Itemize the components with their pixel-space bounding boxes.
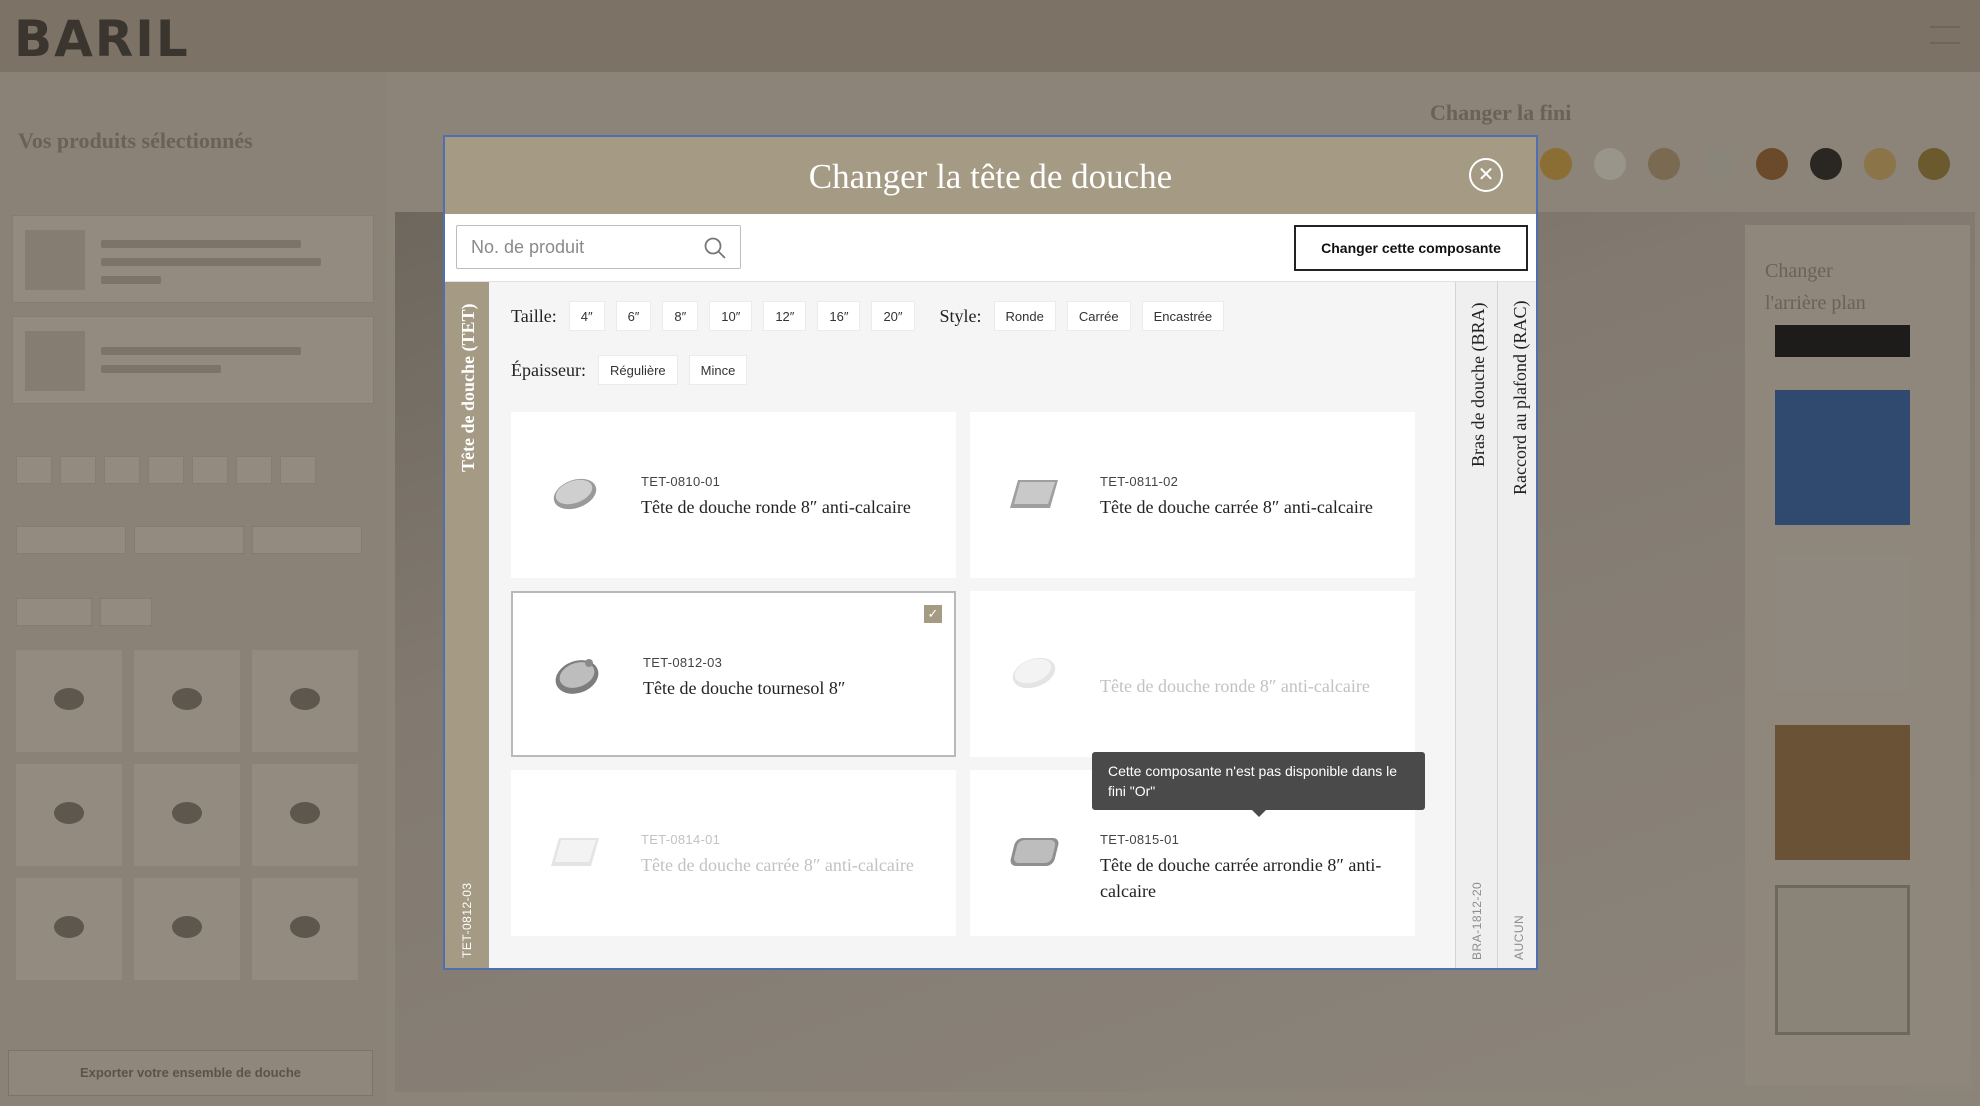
bg-product-grid <box>16 650 358 980</box>
size-filter-20[interactable]: 20″ <box>871 301 915 331</box>
style-filter-encastree[interactable]: Encastrée <box>1141 301 1225 331</box>
product-sku: TET-0812-03 <box>643 655 723 670</box>
style-filter-ronde[interactable]: Ronde <box>993 301 1056 331</box>
thickness-filter-mince[interactable]: Mince <box>688 355 748 385</box>
product-sku: TET-0811-02 <box>1100 474 1179 489</box>
selected-product-card[interactable] <box>12 215 374 303</box>
product-card-selected[interactable]: TET-0812-03 Tête de douche tournesol 8″ … <box>511 591 956 757</box>
round-showerhead-icon <box>553 478 597 510</box>
sunflower-showerhead-icon <box>555 659 599 694</box>
finish-swatch[interactable] <box>1864 148 1896 180</box>
finish-swatch[interactable] <box>1702 148 1734 180</box>
tab-raccord-au-plafond[interactable]: Raccord au plafond (RAC) AUCUN <box>1497 282 1536 968</box>
product-name: Tête de douche ronde 8″ anti-calcaire <box>1100 676 1370 696</box>
size-filter-label: Taille: <box>511 305 557 326</box>
thickness-filter-label: Épaisseur: <box>511 359 586 380</box>
product-name: Tête de douche carrée 8″ anti-calcaire <box>1100 497 1373 517</box>
size-filter-6[interactable]: 6″ <box>615 301 652 331</box>
background-panel: Changer l'arrière plan <box>1745 225 1970 1085</box>
change-component-button[interactable]: Changer cette composante <box>1294 225 1528 271</box>
tab-label: Raccord au plafond (RAC) <box>1510 300 1530 495</box>
size-filter-16[interactable]: 16″ <box>817 301 861 331</box>
product-name: Tête de douche ronde 8″ anti-calcaire <box>641 497 911 517</box>
size-filter-10[interactable]: 10″ <box>709 301 753 331</box>
change-component-modal: Changer la tête de douche ✕ Changer cett… <box>443 135 1538 970</box>
bg-thickness-filters <box>16 598 152 626</box>
modal-title: Changer la tête de douche <box>808 157 1173 196</box>
square-showerhead-icon <box>551 838 599 866</box>
round-showerhead-icon <box>1012 657 1056 689</box>
product-card-unavailable[interactable]: TET-0814-01 Tête de douche carrée 8″ ant… <box>511 770 956 936</box>
finish-swatch[interactable] <box>1810 148 1842 180</box>
product-sku: TET-0815-01 <box>1100 832 1180 847</box>
menu-icon[interactable] <box>1930 26 1960 44</box>
size-style-filter-row: Taille: 4″ 6″ 8″ 10″ 12″ 16″ 20″ Style: … <box>511 301 1235 331</box>
product-name: Tête de douche carrée arrondie 8″ anti-c… <box>1100 855 1382 901</box>
tab-label: Bras de douche (BRA) <box>1468 302 1488 467</box>
tab-bras-de-douche[interactable]: Bras de douche (BRA) BRA-1812-20 <box>1455 282 1497 968</box>
thickness-filter-reguliere[interactable]: Régulière <box>597 355 678 385</box>
modal-toolbar: Changer cette composante <box>445 214 1536 282</box>
finish-title: Changer la fini <box>1430 100 1572 125</box>
rounded-square-showerhead-icon <box>1010 838 1059 866</box>
search-field <box>456 225 741 269</box>
finish-swatch[interactable] <box>1918 148 1950 180</box>
size-filter-8[interactable]: 8″ <box>662 301 699 331</box>
export-button[interactable]: Exporter votre ensemble de douche <box>8 1050 373 1096</box>
finish-swatch[interactable] <box>1648 148 1680 180</box>
search-input[interactable] <box>471 226 691 268</box>
bg-style-filters <box>16 526 362 554</box>
product-sku: TET-0810-01 <box>641 474 721 489</box>
brand-logo: BARIL <box>14 10 190 68</box>
style-filter-carree[interactable]: Carrée <box>1066 301 1131 331</box>
close-icon[interactable]: ✕ <box>1469 158 1503 192</box>
product-card[interactable]: TET-0811-02 Tête de douche carrée 8″ ant… <box>970 412 1415 578</box>
tab-selected-code: AUCUN <box>1512 914 1526 960</box>
product-name: Tête de douche carrée 8″ anti-calcaire <box>641 855 914 875</box>
sidebar-title: Vos produits sélectionnés <box>18 128 253 153</box>
search-icon[interactable] <box>703 236 727 260</box>
size-filter-12[interactable]: 12″ <box>763 301 807 331</box>
finish-swatch[interactable] <box>1594 148 1626 180</box>
selected-product-card[interactable] <box>12 316 374 404</box>
tab-tete-de-douche[interactable]: Tête de douche (TET) TET-0812-03 <box>445 282 489 968</box>
app-header: BARIL <box>0 0 1980 72</box>
product-browser: Taille: 4″ 6″ 8″ 10″ 12″ 16″ 20″ Style: … <box>489 282 1455 968</box>
tab-selected-code: TET-0812-03 <box>460 882 474 958</box>
tab-label: Tête de douche (TET) <box>458 303 478 473</box>
tab-selected-code: BRA-1812-20 <box>1470 881 1484 960</box>
unavailable-tooltip: Cette composante n'est pas disponible da… <box>1092 752 1425 817</box>
product-sku: TET-0814-01 <box>641 832 721 847</box>
square-showerhead-icon <box>1010 480 1058 508</box>
style-filter-label: Style: <box>939 305 982 326</box>
thickness-filter-row: Épaisseur: Régulière Mince <box>511 355 758 385</box>
finish-swatches <box>1540 148 1950 180</box>
panel-title: Changer l'arrière plan <box>1765 260 1866 314</box>
product-card-unavailable[interactable]: Tête de douche ronde 8″ anti-calcaire <box>970 591 1415 757</box>
product-card[interactable]: TET-0810-01 Tête de douche ronde 8″ anti… <box>511 412 956 578</box>
selected-check-icon: ✓ <box>924 605 942 623</box>
size-filter-4[interactable]: 4″ <box>568 301 605 331</box>
finish-swatch[interactable] <box>1756 148 1788 180</box>
product-name: Tête de douche tournesol 8″ <box>643 678 846 698</box>
bg-size-filters <box>16 456 316 484</box>
modal-header: Changer la tête de douche ✕ <box>445 137 1536 214</box>
finish-swatch[interactable] <box>1540 148 1572 180</box>
